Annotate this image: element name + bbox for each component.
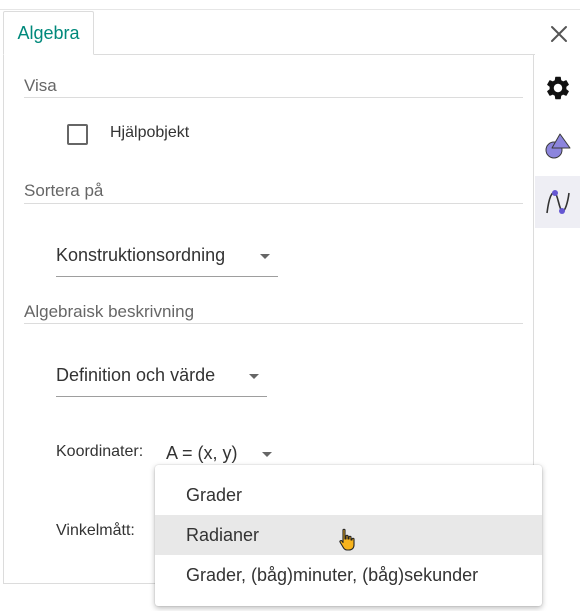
angle-unit-label: Vinkelmått: <box>56 522 135 539</box>
section-divider <box>24 97 523 98</box>
chevron-down-icon[interactable] <box>262 452 272 457</box>
description-value: Definition och värde <box>56 365 216 385</box>
auxiliary-objects-label: Hjälpobjekt <box>110 124 190 141</box>
sort-order-dropdown[interactable]: Konstruktionsordning <box>56 241 278 277</box>
menu-item-degrees[interactable]: Grader <box>155 475 542 515</box>
gear-icon <box>546 76 569 100</box>
auxiliary-objects-checkbox[interactable] <box>67 124 88 145</box>
section-divider <box>24 323 523 324</box>
menu-item-degrees-minutes-seconds[interactable]: Grader, (båg)minuter, (båg)sekunder <box>155 555 542 595</box>
section-title-sort: Sortera på <box>24 181 104 200</box>
function-graph-icon <box>545 190 570 214</box>
coordinates-label: Koordinater: <box>56 443 144 460</box>
section-divider <box>24 203 523 204</box>
window-top-border <box>0 9 580 10</box>
coordinates-dropdown[interactable]: A = (x, y) <box>166 443 238 464</box>
graphics-tab-button[interactable] <box>535 120 580 172</box>
hand-pointer-icon <box>339 528 355 551</box>
sort-order-value: Konstruktionsordning <box>56 245 226 265</box>
chevron-down-icon <box>260 254 270 259</box>
tab-algebra[interactable]: Algebra <box>3 11 94 55</box>
description-dropdown[interactable]: Definition och värde <box>56 361 267 397</box>
close-icon <box>551 26 567 42</box>
section-title-show: Visa <box>24 76 57 95</box>
section-title-description: Algebraisk beskrivning <box>24 302 195 321</box>
geometry-shapes-icon <box>545 133 570 159</box>
tab-algebra-label: Algebra <box>17 23 80 43</box>
settings-tab-button[interactable] <box>535 62 580 114</box>
close-button[interactable] <box>547 22 571 46</box>
chevron-down-icon <box>249 374 259 379</box>
algebra-tab-button[interactable] <box>535 176 580 228</box>
